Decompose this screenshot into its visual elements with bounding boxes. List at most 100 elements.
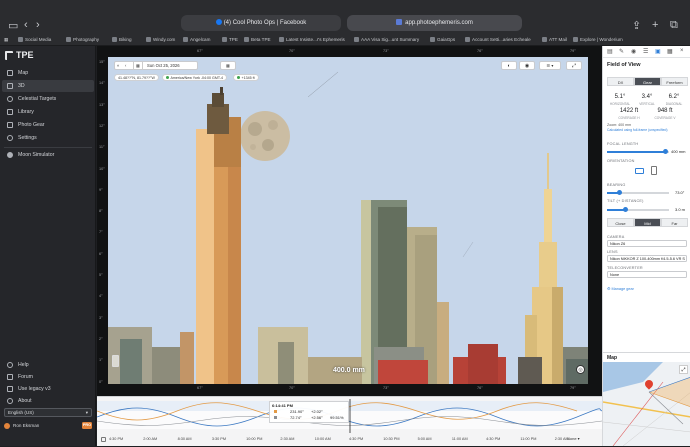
bookmark-7[interactable]: Latest Insiste...r's Ephemeris: [279, 34, 345, 46]
nav-item-legacy[interactable]: Use legacy v3: [2, 383, 94, 395]
skip-back-icon[interactable]: «: [117, 62, 119, 70]
user-row[interactable]: Ron Eksman PRO: [4, 421, 92, 431]
share-icon[interactable]: ⇪: [632, 19, 641, 32]
bookmark-8[interactable]: AAA Visa Sig...unt Summary: [354, 34, 419, 46]
tab-gear[interactable]: Gear: [634, 77, 661, 86]
range-close[interactable]: Close: [607, 218, 634, 227]
panel-icon-4[interactable]: ☰: [643, 48, 648, 55]
close-icon[interactable]: ×: [680, 48, 684, 54]
bookmark-3[interactable]: Windy.com: [146, 34, 175, 46]
bookmarks-bar: ▦ Social Media Photography Biking Windy.…: [0, 34, 690, 46]
moon-phase-button[interactable]: ◐: [501, 61, 517, 70]
drag-handle-icon[interactable]: [112, 355, 119, 367]
elevation-chip[interactable]: +1345 ft: [233, 74, 259, 81]
visibility-icon[interactable]: ◉: [519, 61, 535, 70]
timeline-tick-label: 2:30 AM: [280, 437, 295, 441]
bookmark-0[interactable]: Social Media: [18, 34, 51, 46]
sidebar-divider: [4, 147, 92, 148]
bookmark-12[interactable]: Explore | Wonderium: [573, 34, 623, 46]
panel-icon-3[interactable]: ◉: [631, 48, 636, 55]
tpe-icon: [279, 37, 284, 42]
timezone-chip[interactable]: America/New York -04:00 GMT-4: [162, 74, 228, 81]
scene-canvas[interactable]: « ‹ ▦ Sun Oct 25, 2026 ▦ ◐ ◉ ☰ ▾ ⤢ 41.48…: [108, 57, 588, 384]
bookmark-5[interactable]: TPE: [222, 34, 238, 46]
timeline-panel[interactable]: 6:14:41 PM 231.90° +2.02° 72.74° +2.56° …: [97, 396, 602, 446]
teleconverter-select[interactable]: None: [607, 271, 687, 278]
bookmark-4[interactable]: Angelcam: [183, 34, 210, 46]
tab-dx[interactable]: DX: [607, 77, 634, 86]
focal-length-slider[interactable]: [663, 149, 668, 154]
coords-chip[interactable]: 41.48??°N, 81.79??°W: [114, 74, 159, 81]
tab-overview-icon[interactable]: ⧉: [670, 19, 678, 32]
prev-day-icon[interactable]: ‹: [125, 62, 126, 70]
left-tick: 14°: [99, 81, 105, 86]
panel-icon-1[interactable]: ▤: [607, 48, 613, 55]
camera-tab-icon[interactable]: ▣: [655, 48, 661, 55]
timeline-menu-icon[interactable]: [101, 437, 106, 442]
nav-item-3d[interactable]: 3D: [2, 80, 94, 92]
address-bar[interactable]: app.photoephemeris.com: [347, 15, 522, 31]
sun-swatch: [274, 410, 277, 413]
date-control[interactable]: « ‹ ▦ Sun Oct 25, 2026: [114, 61, 198, 70]
portrait-orientation-icon[interactable]: [651, 166, 657, 175]
sidebar-toggle-icon[interactable]: ▭: [8, 19, 18, 32]
calendar-picker-icon[interactable]: ▦: [220, 61, 236, 70]
fullscreen-icon[interactable]: ⤢: [566, 61, 582, 70]
bookmark-1[interactable]: Photography: [66, 34, 99, 46]
bookmark-grid-icon[interactable]: ▦: [4, 34, 8, 46]
nav-item-moon-simulator[interactable]: Moon Simulator: [2, 149, 94, 161]
camera-select[interactable]: Nikon Z6: [607, 240, 687, 247]
bookmark-6[interactable]: Beta TPE: [244, 34, 271, 46]
nav-item-forum[interactable]: Forum: [2, 371, 94, 383]
range-far[interactable]: Far: [661, 218, 688, 227]
manage-gear-link[interactable]: ⚙ Manage gear: [607, 286, 634, 291]
3d-view[interactable]: 67° 70° 73° 76° 79° 67° 70° 73° 76° 79° …: [97, 46, 602, 396]
zoom-select[interactable]: None ▾: [567, 436, 580, 441]
tilt-slider[interactable]: [623, 207, 628, 212]
camera-icon: [7, 122, 13, 128]
lens-select[interactable]: Nikon NIKKOR Z 100-400mm f/4.5-5.6 VR S: [607, 255, 687, 262]
nav-item-map[interactable]: Map: [2, 67, 94, 79]
map-expand-icon[interactable]: ⤢: [679, 365, 688, 374]
range-mid[interactable]: Mid: [634, 218, 661, 227]
panel-icon-6[interactable]: ▦: [667, 48, 673, 55]
layers-dropdown[interactable]: ☰ ▾: [539, 61, 561, 70]
nav-item-library[interactable]: Library: [2, 106, 94, 118]
new-tab-icon[interactable]: +: [652, 19, 658, 31]
timeline-tick-label: 11:00 AM: [451, 437, 468, 441]
timeline-tick-label: 10:00 AM: [314, 437, 331, 441]
nav-item-celestial-targets[interactable]: Celestial Targets: [2, 93, 94, 105]
bookmark-10[interactable]: Account Setti...aries Echeale: [465, 34, 531, 46]
panel-icon-2[interactable]: ✎: [619, 48, 624, 55]
mini-map[interactable]: ⤢: [603, 362, 690, 446]
bookmark-2[interactable]: Biking: [112, 34, 132, 46]
bookmark-11[interactable]: ATT Mail: [542, 34, 567, 46]
att-icon: [542, 37, 547, 42]
zoom-note: Zoom: 400 mm: [607, 123, 632, 127]
timeline-tick-label: 4:30 PM: [109, 437, 124, 441]
landscape-orientation-icon[interactable]: [635, 168, 644, 174]
back-icon[interactable]: ‹: [24, 19, 28, 31]
tab-facebook[interactable]: (4) Cool Photo Ops | Facebook: [181, 15, 341, 31]
language-select[interactable]: English (US) ▾: [4, 408, 92, 417]
angelcam-icon: [183, 37, 188, 42]
location-target-icon[interactable]: ◎: [576, 365, 585, 374]
calendar-icon[interactable]: ▦: [133, 62, 143, 70]
top-tick: 73°: [383, 49, 389, 53]
bearing-slider[interactable]: [617, 190, 622, 195]
nav-item-about[interactable]: About: [2, 395, 94, 407]
left-tick: 12°: [99, 123, 105, 128]
fov-horizontal: 5.1°: [614, 94, 626, 100]
legacy-icon: [7, 386, 13, 392]
left-tick: 1°: [99, 358, 103, 363]
date-input[interactable]: Sun Oct 25, 2026: [147, 62, 180, 70]
nav-item-help[interactable]: Help: [2, 359, 94, 371]
nav-item-settings[interactable]: Settings: [2, 132, 94, 144]
bookmark-9[interactable]: GaiaGps: [430, 34, 455, 46]
timeline-readout: 6:14:41 PM 231.90° +2.02° 72.74° +2.56° …: [269, 401, 349, 423]
timeline-tick-label: 4:30 PM: [349, 437, 364, 441]
nav-item-photo-gear[interactable]: Photo Gear: [2, 119, 94, 131]
forward-icon[interactable]: ›: [36, 19, 40, 31]
gear-icon: [7, 135, 13, 141]
tab-freeform[interactable]: Freeform: [661, 77, 688, 86]
